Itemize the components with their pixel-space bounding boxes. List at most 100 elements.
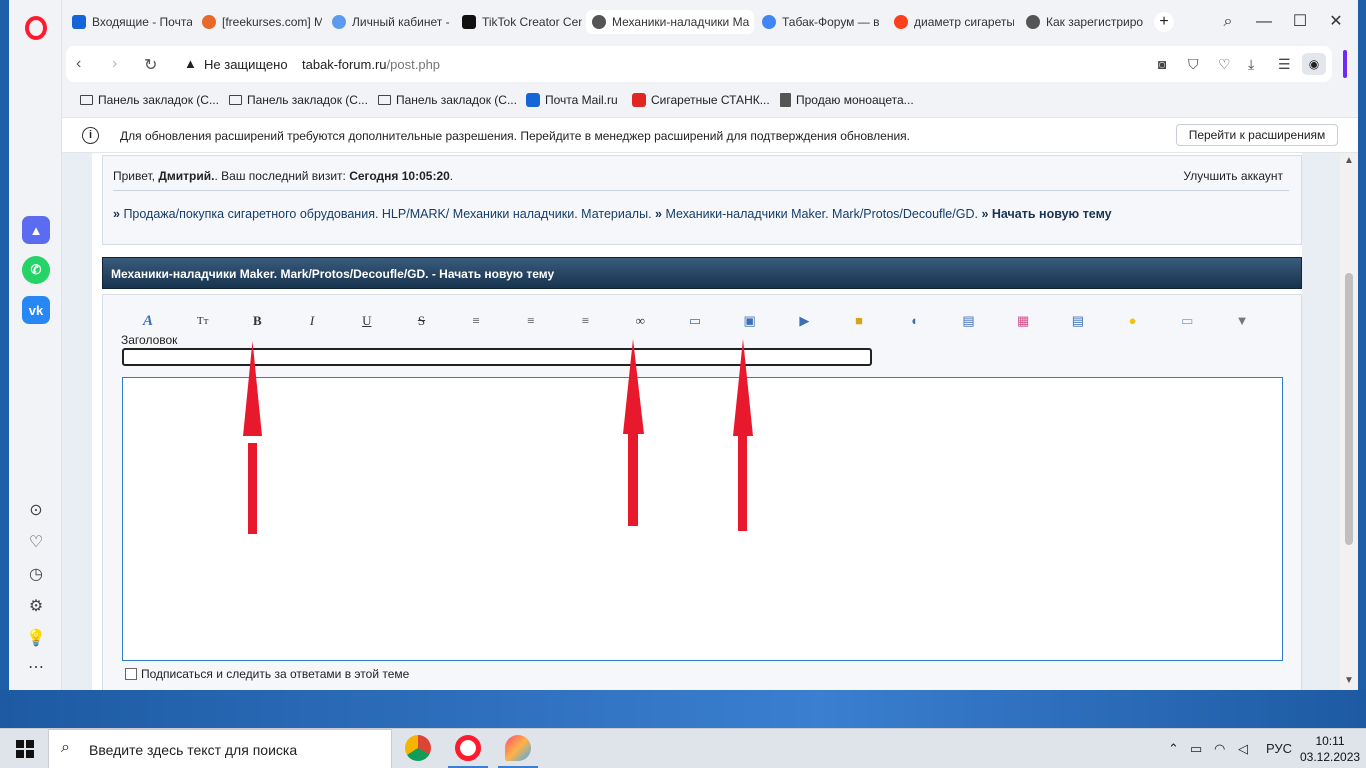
whatsapp-icon[interactable]: ✆ — [22, 256, 50, 284]
extensions-infobar: i Для обновления расширений требуются до… — [62, 117, 1358, 153]
player-icon[interactable]: ⊙ — [25, 499, 47, 521]
clock-date: 03.12.2023 — [1300, 750, 1361, 764]
scroll-thumb[interactable] — [1345, 273, 1353, 545]
opera-logo-icon[interactable] — [25, 16, 47, 40]
bookmark-sale[interactable]: Продаю моноацета... — [780, 93, 914, 107]
doc-icon — [780, 93, 791, 107]
shield-icon[interactable]: ⛉ — [1188, 56, 1199, 73]
language-indicator[interactable]: РУС — [1266, 741, 1292, 756]
tab-tabak-forum[interactable]: Табак-Форум — в — [756, 10, 882, 34]
taskbar-search[interactable]: ⌕ Введите здесь текст для поиска — [48, 729, 392, 768]
heart-icon[interactable]: ♡ — [25, 531, 47, 553]
bookmark-folder[interactable]: Панель закладок (С... — [229, 93, 368, 107]
globe-icon — [1026, 15, 1040, 29]
windows-taskbar: ⌕ Введите здесь текст для поиска ⌃ ▭ ◠ ◁… — [0, 728, 1366, 768]
go-to-extensions-button[interactable]: Перейти к расширениям — [1176, 124, 1338, 146]
desktop-left-edge — [0, 0, 9, 728]
bookmark-label: Сигаретные СТАНК... — [651, 93, 770, 107]
tab-mechanics[interactable]: Механики-наладчики Ma — [586, 10, 754, 34]
bookmark-label: Панель закладок (С... — [98, 93, 219, 107]
new-tab-button[interactable]: + — [1154, 12, 1174, 32]
tab-label: [freekurses.com] M — [222, 15, 322, 29]
search-tabs-icon[interactable]: ⌕ — [1216, 10, 1240, 34]
reload-icon[interactable]: ↻ — [144, 55, 157, 75]
tab-label: Входящие - Почта — [92, 15, 192, 29]
maximize-button[interactable]: ☐ — [1288, 10, 1312, 34]
tab-label: Личный кабинет - — [352, 15, 450, 29]
url-host: tabak-forum.ru — [302, 57, 387, 72]
chrome-taskbar-icon[interactable] — [405, 735, 431, 761]
tab-freekurses[interactable]: [freekurses.com] M — [196, 10, 322, 34]
bookmarks-bar: Панель закладок (С... Панель закладок (С… — [62, 84, 1358, 117]
folder-icon — [378, 95, 391, 105]
globe-icon — [592, 15, 606, 29]
tab-label: Как зарегистриро — [1046, 15, 1144, 29]
search-icon: ⌕ — [61, 739, 70, 756]
phone-icon — [632, 93, 646, 107]
tab-cabinet[interactable]: Личный кабинет - — [326, 10, 452, 34]
network-icon[interactable]: ◠ — [1214, 741, 1225, 757]
settings-icon[interactable]: ⚙ — [25, 595, 47, 617]
scroll-down-icon[interactable]: ▼ — [1344, 675, 1354, 686]
tab-label: диаметр сигареты — [914, 15, 1014, 29]
address-bar[interactable]: ‹ › ↻ ▲ Не защищено tabak-forum.ru/post.… — [66, 46, 1332, 82]
dots-icon — [332, 15, 346, 29]
tips-icon[interactable]: 💡 — [25, 627, 47, 649]
page-scrollbar[interactable]: ▲ ▼ — [1340, 153, 1358, 690]
page-viewport: Привет, Дмитрий.. Ваш последний визит: С… — [62, 153, 1340, 690]
clock[interactable]: 10:11 03.12.2023 — [1300, 733, 1360, 765]
opera-taskbar-icon[interactable] — [455, 735, 481, 761]
security-status[interactable]: Не защищено — [204, 57, 288, 72]
app-taskbar-icon[interactable] — [505, 735, 531, 761]
arrow-link-button — [623, 339, 644, 526]
more-dots-icon[interactable]: ⋯ — [25, 656, 47, 678]
chrome-icon — [762, 15, 776, 29]
taskbar-search-placeholder: Введите здесь текст для поиска — [89, 742, 298, 758]
url-text[interactable]: tabak-forum.ru/post.php — [302, 57, 440, 72]
tab-inbox[interactable]: Входящие - Почта — [66, 10, 192, 34]
folder-icon — [80, 95, 93, 105]
easy-setup-icon[interactable]: ☰ — [1278, 56, 1291, 73]
opera-sidebar: ▲ ✆ vk ⊙ ♡ ◷ ⚙ 💡 ⋯ — [9, 0, 62, 690]
aria-icon[interactable]: ▲ — [22, 216, 50, 244]
volume-icon[interactable]: ◁ — [1238, 741, 1248, 757]
camera-icon[interactable]: ◙ — [1158, 56, 1166, 72]
back-icon[interactable]: ‹ — [76, 55, 81, 73]
bookmark-label: Продаю моноацета... — [796, 93, 914, 107]
arrow-image-button — [733, 339, 753, 531]
clock-time: 10:11 — [1315, 734, 1345, 748]
history-icon[interactable]: ◷ — [25, 563, 47, 585]
profile-icon[interactable]: ◉ — [1302, 53, 1326, 75]
bookmark-folder[interactable]: Панель закладок (С... — [378, 93, 517, 107]
forward-icon[interactable]: › — [112, 55, 117, 73]
desktop-wallpaper — [0, 690, 1366, 728]
yandex-icon — [894, 15, 908, 29]
aria-bar — [1343, 50, 1347, 78]
tab-label: TikTok Creator Cent — [482, 15, 582, 29]
vk-icon[interactable]: vk — [22, 296, 50, 324]
warning-icon[interactable]: ▲ — [184, 56, 197, 71]
tab-yandex[interactable]: диаметр сигареты — [888, 10, 1014, 34]
folder-icon — [229, 95, 242, 105]
url-path: /post.php — [386, 57, 441, 72]
tab-register[interactable]: Как зарегистриро — [1020, 10, 1146, 34]
mail-icon — [526, 93, 540, 107]
mail-icon — [72, 15, 86, 29]
tray-chevron-icon[interactable]: ⌃ — [1168, 741, 1179, 757]
tab-label: Механики-наладчики Ma — [612, 15, 750, 29]
bookmark-folder[interactable]: Панель закладок (С... — [80, 93, 219, 107]
heart-icon[interactable]: ♡ — [1218, 56, 1231, 73]
bookmark-mail[interactable]: Почта Mail.ru — [526, 93, 618, 107]
bookmark-machines[interactable]: Сигаретные СТАНК... — [632, 93, 770, 107]
minimize-button[interactable]: — — [1252, 10, 1276, 34]
close-button[interactable]: ✕ — [1324, 10, 1348, 34]
tab-tiktok[interactable]: TikTok Creator Cent — [456, 10, 582, 34]
tiktok-icon — [462, 15, 476, 29]
scroll-up-icon[interactable]: ▲ — [1344, 155, 1354, 166]
windows-start-icon[interactable] — [16, 740, 34, 758]
tab-label: Табак-Форум — в — [782, 15, 880, 29]
infobar-text: Для обновления расширений требуются допо… — [120, 129, 910, 143]
download-icon[interactable]: ⤓ — [1248, 56, 1254, 73]
tray-device-icon[interactable]: ▭ — [1190, 741, 1202, 757]
bookmark-label: Панель закладок (С... — [396, 93, 517, 107]
